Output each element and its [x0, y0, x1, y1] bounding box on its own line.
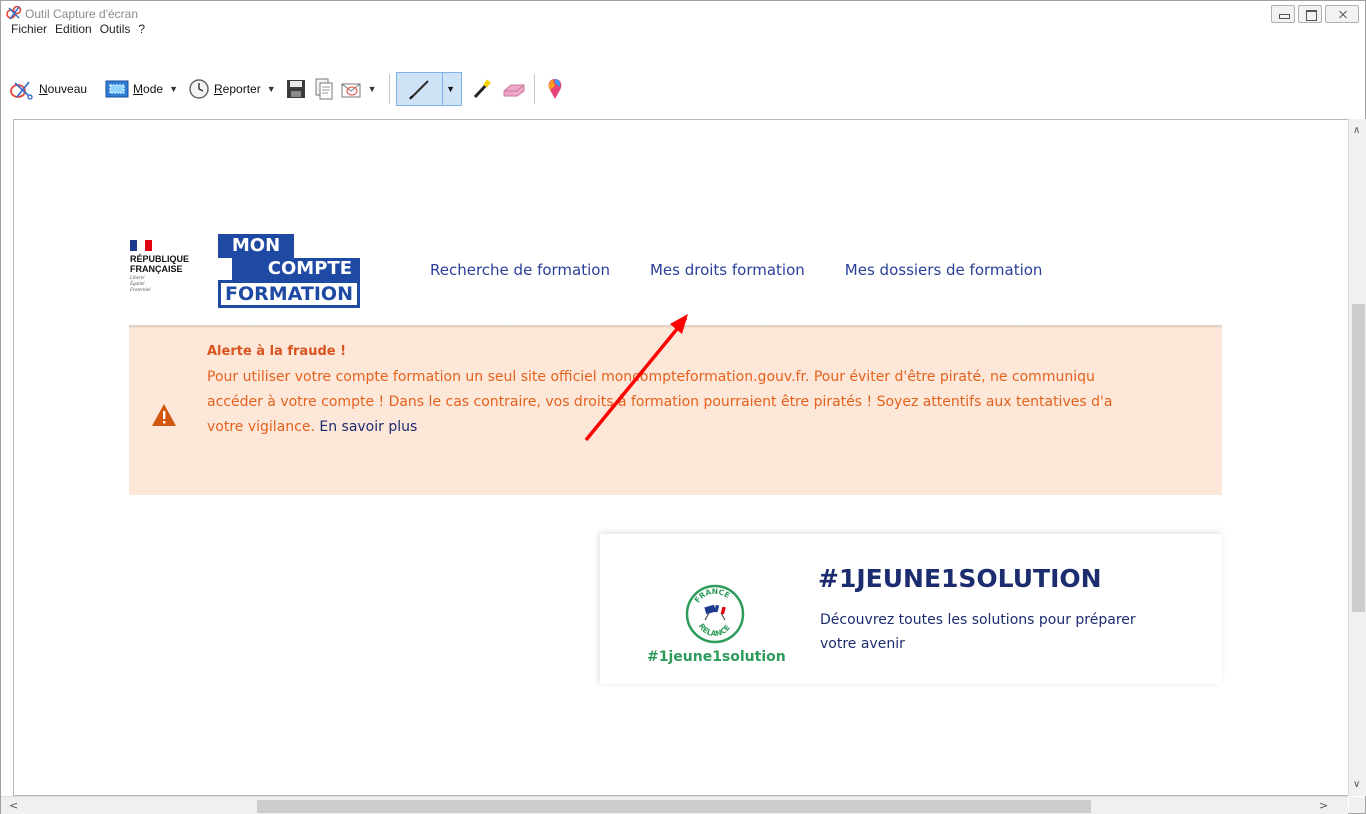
republique-francaise-logo[interactable]: RÉPUBLIQUE FRANÇAISE Liberté Égalité Fra… — [130, 240, 210, 306]
france-relance-badge-icon: FRANCE RELANCE — [685, 584, 745, 644]
new-snip-label: Nouveau — [39, 82, 88, 96]
mode-button[interactable]: Mode — [101, 75, 167, 103]
alert-title: Alerte à la fraude ! — [207, 344, 347, 359]
mon-compte-formation-logo[interactable]: MON COMPTE FORMATION — [218, 234, 360, 308]
card-desc-line-1: Découvrez toutes les solutions pour prép… — [820, 612, 1136, 628]
warning-icon — [152, 404, 176, 426]
pen-dropdown-arrow[interactable]: ▼ — [443, 84, 459, 94]
card-description: Découvrez toutes les solutions pour prép… — [820, 608, 1200, 656]
gov-line1: RÉPUBLIQUE — [130, 254, 190, 264]
menu-outils[interactable]: Outils — [96, 20, 135, 40]
nav-mes-droits-formation[interactable]: Mes droits formation — [650, 261, 805, 279]
window-title: Outil Capture d'écran — [25, 7, 139, 21]
red-annotation-arrow — [584, 314, 688, 442]
alert-body: Pour utiliser votre compte formation un … — [207, 365, 1222, 440]
send-snip-button[interactable] — [338, 75, 366, 103]
gov-line2: FRANÇAISE — [130, 264, 183, 274]
vertical-scrollbar[interactable]: ∧ ∨ — [1348, 119, 1366, 796]
scroll-right-icon[interactable]: > — [1319, 799, 1328, 812]
alert-line-2: accéder à votre compte ! Dans le cas con… — [207, 394, 1113, 410]
card-hashtag: #1jeune1solution — [647, 649, 786, 665]
gov-motto-3: Fraternité — [130, 288, 151, 293]
eraser-button[interactable] — [500, 75, 528, 103]
french-flag-icon — [130, 240, 152, 251]
snipping-tool-window: Outil Capture d'écran Fichier Edition Ou… — [0, 0, 1366, 814]
menu-bar: Fichier Edition Outils ? — [1, 20, 149, 40]
toolbar: Nouveau Mode ▼ Reporter ▼ ▼ ▼ — [1, 71, 1365, 119]
alert-line-1: Pour utiliser votre compte formation un … — [207, 369, 1095, 385]
menu-edition[interactable]: Edition — [51, 20, 96, 40]
send-dropdown-arrow[interactable]: ▼ — [366, 84, 383, 94]
snip-icon — [10, 81, 33, 100]
menu-help[interactable]: ? — [134, 20, 149, 40]
paint3d-button[interactable] — [541, 75, 569, 103]
pen-icon — [409, 80, 429, 100]
menu-fichier[interactable]: Fichier — [7, 20, 51, 40]
gov-text: RÉPUBLIQUE FRANÇAISE — [130, 254, 210, 274]
toolbar-separator-2 — [533, 74, 535, 104]
highlighter-button[interactable] — [468, 75, 496, 103]
save-button[interactable] — [282, 75, 310, 103]
new-snip-button[interactable]: Nouveau — [5, 75, 91, 103]
delay-dropdown-arrow[interactable]: ▼ — [265, 84, 282, 94]
paint3d-icon — [548, 79, 561, 99]
card-title: #1JEUNE1SOLUTION — [818, 564, 1102, 593]
nav-mes-dossiers-formation[interactable]: Mes dossiers de formation — [845, 261, 1043, 279]
copy-button[interactable] — [310, 75, 338, 103]
close-button[interactable] — [1325, 5, 1359, 23]
pen-button[interactable] — [399, 73, 443, 105]
horizontal-scroll-thumb[interactable] — [257, 800, 1091, 813]
save-icon — [286, 80, 305, 98]
minimize-button[interactable] — [1271, 5, 1295, 23]
horizontal-scrollbar[interactable]: < > — [1, 796, 1348, 814]
snip-canvas: RÉPUBLIQUE FRANÇAISE Liberté Égalité Fra… — [13, 119, 1349, 796]
maximize-button[interactable] — [1298, 5, 1322, 23]
mode-icon — [105, 80, 129, 98]
nav-recherche-formation[interactable]: Recherche de formation — [430, 261, 610, 279]
scroll-left-icon[interactable]: < — [9, 799, 18, 812]
clock-icon — [189, 79, 209, 99]
alert-line-3: votre vigilance. En savoir plus — [207, 415, 1222, 440]
resize-grip-icon[interactable] — [1349, 797, 1365, 813]
pen-tool-group[interactable]: ▼ — [395, 72, 462, 106]
toolbar-separator — [388, 74, 390, 104]
highlighter-icon — [473, 79, 491, 99]
eraser-icon — [503, 84, 525, 97]
send-email-icon — [341, 83, 361, 98]
scroll-down-icon[interactable]: ∨ — [1353, 779, 1360, 790]
title-bar[interactable]: Outil Capture d'écran — [1, 1, 1365, 29]
scroll-up-icon[interactable]: ∧ — [1353, 125, 1360, 136]
gov-motto: Liberté Égalité Fraternité — [130, 276, 210, 294]
logo-mon: MON — [218, 234, 294, 258]
logo-compte: COMPTE — [232, 258, 360, 280]
delay-label: Reporter — [214, 82, 261, 96]
copy-icon — [315, 78, 333, 100]
vertical-scroll-thumb[interactable] — [1352, 304, 1365, 612]
alert-line-3-text: votre vigilance. — [207, 419, 315, 435]
logo-formation: FORMATION — [218, 280, 360, 308]
mode-dropdown-arrow[interactable]: ▼ — [167, 84, 184, 94]
jeune-solution-card[interactable]: FRANCE RELANCE #1jeune1solution #1JEUNE1… — [600, 534, 1222, 684]
main-nav: Recherche de formation Mes droits format… — [430, 261, 1042, 279]
mode-label: Mode — [133, 82, 164, 96]
alert-learn-more-link[interactable]: En savoir plus — [319, 419, 417, 435]
delay-button[interactable]: Reporter — [184, 75, 265, 103]
card-desc-line-2: votre avenir — [820, 636, 905, 652]
